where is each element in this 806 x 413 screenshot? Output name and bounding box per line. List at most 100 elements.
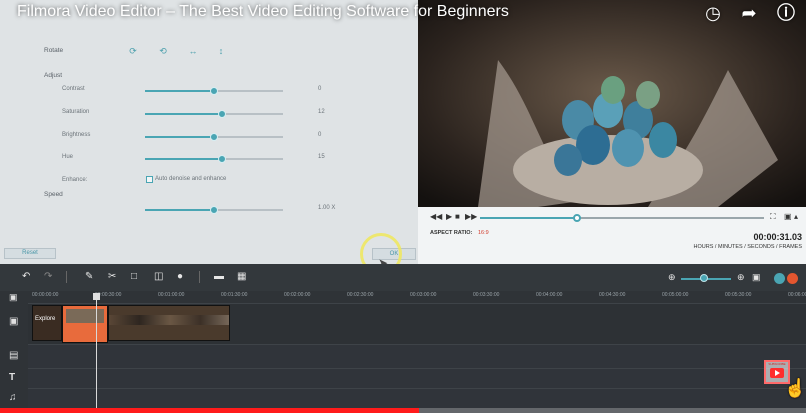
image-track-head: ▤ bbox=[0, 344, 28, 368]
text-track[interactable] bbox=[28, 368, 806, 388]
speed-label: Speed bbox=[44, 191, 63, 198]
aspect-ratio-value[interactable]: 16:9 bbox=[478, 230, 489, 236]
speed-slider-thumb[interactable] bbox=[210, 206, 218, 214]
zoom-out-icon[interactable]: ⊕ bbox=[668, 271, 676, 283]
player-controls: ◀◀ ▶ ■ ▶▶ ⛶ ▣ ▴ ASPECT RATIO: 16:9 00:00… bbox=[418, 207, 806, 264]
track-settings-icon[interactable]: ▣ bbox=[9, 291, 18, 303]
zoom-slider-thumb[interactable] bbox=[699, 274, 708, 282]
adjust-slider-thumb[interactable] bbox=[218, 110, 227, 118]
slider-value: 0 bbox=[318, 86, 322, 92]
hand-cursor-icon: ☝ bbox=[784, 378, 806, 398]
toolbar-divider bbox=[66, 271, 67, 283]
adjust-slider-thumb[interactable] bbox=[210, 133, 218, 141]
adjust-slider-fill bbox=[145, 90, 214, 92]
timeline-toolbar: ↶ ↷ ✎ ✂ □ ◫ ● ▬ ▦ ⊕ ⊕ ▣ bbox=[0, 264, 806, 291]
enhance-checkbox-label: Auto denoise and enhance bbox=[155, 176, 227, 182]
timeline-clip[interactable] bbox=[108, 305, 230, 341]
video-preview[interactable] bbox=[418, 0, 806, 207]
watch-later-icon[interactable]: ◷ bbox=[703, 3, 723, 23]
ruler-tick-label: 00:05:00:00 bbox=[662, 292, 689, 298]
ruler-tick-label: 00:06:00:00 bbox=[788, 292, 806, 298]
record-button[interactable] bbox=[787, 273, 798, 284]
flip-horizontal-icon[interactable]: ↔ bbox=[187, 45, 199, 57]
rotate-cw-icon[interactable]: ⟳ bbox=[127, 45, 139, 57]
zoom-in-icon[interactable]: ⊕ bbox=[737, 271, 745, 283]
clip-filmstrip bbox=[109, 315, 229, 325]
undo-icon[interactable]: ↶ bbox=[22, 271, 30, 283]
video-progress-bar[interactable] bbox=[0, 408, 806, 413]
reset-button[interactable]: Reset bbox=[4, 248, 56, 259]
slider-label: Brightness bbox=[62, 132, 91, 138]
aspect-ratio-label: ASPECT RATIO: bbox=[430, 230, 473, 236]
ruler-tick-label: 00:03:30:00 bbox=[473, 292, 500, 298]
adjust-slider[interactable] bbox=[145, 87, 283, 95]
rotate-ccw-icon[interactable]: ⟲ bbox=[157, 45, 169, 57]
ruler-tick-label: 00:03:00:00 bbox=[410, 292, 437, 298]
ruler-tick-label: 00:05:30:00 bbox=[725, 292, 752, 298]
adjust-slider[interactable] bbox=[145, 110, 283, 118]
delete-icon[interactable]: ◫ bbox=[154, 271, 163, 283]
playback-progress bbox=[480, 217, 577, 219]
stop-icon[interactable]: ■ bbox=[455, 212, 460, 221]
next-frame-icon[interactable]: ▶▶ bbox=[465, 212, 477, 221]
share-icon[interactable]: ➦ bbox=[739, 3, 759, 23]
record-voiceover-icon[interactable]: ● bbox=[177, 271, 183, 283]
slider-value: 12 bbox=[318, 109, 325, 115]
text-track-head: T bbox=[0, 368, 28, 388]
slider-label: Saturation bbox=[62, 109, 90, 115]
info-icon[interactable]: ⓘ bbox=[776, 3, 796, 23]
youtube-play-icon bbox=[770, 368, 784, 378]
video-track-icon: ▣ bbox=[9, 316, 19, 327]
play-icon[interactable]: ▶ bbox=[446, 212, 452, 221]
playhead-handle[interactable] bbox=[93, 293, 100, 300]
adjust-label: Adjust bbox=[44, 72, 63, 79]
timecode: 00:00:31.03 bbox=[753, 232, 802, 242]
speed-slider[interactable] bbox=[145, 206, 283, 214]
adjust-slider-thumb[interactable] bbox=[218, 155, 227, 163]
timeline-clip-selected[interactable] bbox=[62, 305, 108, 343]
preview-image bbox=[418, 0, 806, 207]
ruler-tick-label: 00:00:00:00 bbox=[32, 292, 59, 298]
flip-vertical-icon[interactable]: ↕ bbox=[215, 45, 227, 57]
timeline-clip[interactable]: Explore bbox=[32, 305, 62, 341]
video-track-head: ▣ bbox=[0, 303, 28, 344]
video-title[interactable]: Filmora Video Editor – The Best Video Ed… bbox=[17, 3, 509, 21]
edit-panel: Rotate ⟳ ⟲ ↔ ↕ Adjust Contrast 0 Saturatio… bbox=[0, 0, 418, 275]
crop-icon[interactable]: □ bbox=[131, 271, 137, 283]
snapshot-icon[interactable]: ▣ bbox=[784, 212, 792, 221]
split-screen-icon[interactable]: ▬ bbox=[214, 271, 224, 283]
timeline-settings-button[interactable] bbox=[774, 273, 785, 284]
export-icon[interactable]: ▦ bbox=[237, 271, 246, 283]
volume-icon[interactable]: ▴ bbox=[794, 212, 798, 221]
ruler-tick-label: 00:01:30:00 bbox=[221, 292, 248, 298]
enhance-checkbox[interactable] bbox=[146, 176, 153, 183]
edit-pencil-icon[interactable]: ✎ bbox=[85, 271, 93, 283]
adjust-slider[interactable] bbox=[145, 155, 283, 163]
fullscreen-icon[interactable]: ⛶ bbox=[770, 212, 776, 222]
text-track-icon: T bbox=[9, 372, 16, 383]
screenshot: Rotate ⟳ ⟲ ↔ ↕ Adjust Contrast 0 Saturatio… bbox=[0, 0, 806, 413]
slider-label: Hue bbox=[62, 154, 74, 160]
ruler-tick-label: 00:01:00:00 bbox=[158, 292, 185, 298]
fit-timeline-icon[interactable]: ▣ bbox=[752, 271, 761, 283]
playback-scrubber-thumb[interactable] bbox=[572, 214, 581, 222]
image-track[interactable] bbox=[28, 344, 806, 368]
adjust-slider-fill bbox=[145, 158, 223, 160]
slider-value: 15 bbox=[318, 154, 325, 160]
playhead[interactable] bbox=[96, 300, 97, 413]
cut-icon[interactable]: ✂ bbox=[108, 271, 116, 283]
timeline-ruler[interactable]: 00:00:00:00 00:00:30:00 00:01:00:00 00:01:3… bbox=[0, 291, 806, 303]
rotate-label: Rotate bbox=[44, 47, 64, 54]
adjust-slider-thumb[interactable] bbox=[210, 87, 218, 95]
adjust-slider[interactable] bbox=[145, 133, 283, 141]
speed-slider-fill bbox=[145, 209, 214, 211]
ruler-head: ▣ bbox=[0, 291, 28, 303]
video-progress-fill bbox=[0, 408, 420, 413]
previous-frame-icon[interactable]: ◀◀ bbox=[430, 212, 442, 221]
playback-scrubber[interactable] bbox=[480, 214, 764, 222]
timecode-units: HOURS / MINUTES / SECONDS / FRAMES bbox=[693, 244, 802, 250]
clip-thumbnail bbox=[66, 309, 104, 323]
ruler-tick-label: 00:02:00:00 bbox=[284, 292, 311, 298]
redo-icon[interactable]: ↷ bbox=[44, 271, 52, 283]
ruler-tick-label: 00:04:30:00 bbox=[599, 292, 626, 298]
